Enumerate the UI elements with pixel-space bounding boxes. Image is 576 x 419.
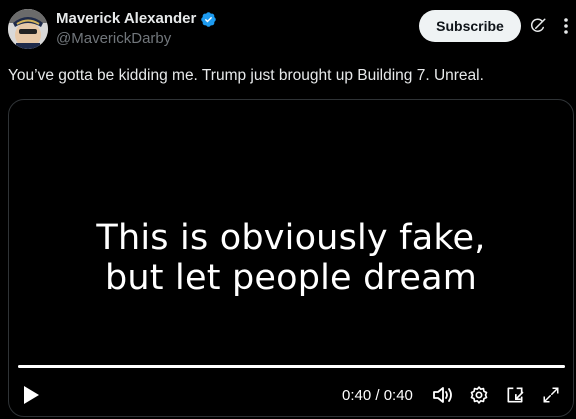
grok-icon[interactable] xyxy=(527,15,549,37)
avatar-image xyxy=(8,9,48,49)
author-handle[interactable]: @MaverickDarby xyxy=(56,29,217,49)
tweet: Maverick Alexander @MaverickDarby Subscr… xyxy=(0,0,576,419)
video-caption-line-2: but let people dream xyxy=(104,258,478,298)
volume-icon[interactable] xyxy=(431,383,455,407)
subscribe-button[interactable]: Subscribe xyxy=(419,10,521,42)
author-info: Maverick Alexander @MaverickDarby xyxy=(56,10,217,49)
video-caption: This is obviously fake, but let people d… xyxy=(9,218,573,298)
more-icon[interactable] xyxy=(556,15,576,37)
verified-badge-icon[interactable] xyxy=(200,11,217,28)
video-caption-line-1: This is obviously fake, xyxy=(96,218,486,258)
author-display-name[interactable]: Maverick Alexander xyxy=(56,10,196,28)
video-controls: 0:40 / 0:40 xyxy=(9,380,573,410)
video-progress-fill xyxy=(18,365,565,368)
avatar[interactable] xyxy=(8,9,48,49)
settings-icon[interactable] xyxy=(467,383,491,407)
video-time-display: 0:40 / 0:40 xyxy=(342,387,413,404)
play-icon[interactable] xyxy=(19,383,43,407)
video-progress-bar[interactable] xyxy=(18,365,565,368)
pop-out-icon[interactable] xyxy=(503,383,527,407)
video-player[interactable]: This is obviously fake, but let people d… xyxy=(8,99,574,417)
fullscreen-icon[interactable] xyxy=(539,383,563,407)
post-text: You’ve gotta be kidding me. Trump just b… xyxy=(8,67,484,84)
